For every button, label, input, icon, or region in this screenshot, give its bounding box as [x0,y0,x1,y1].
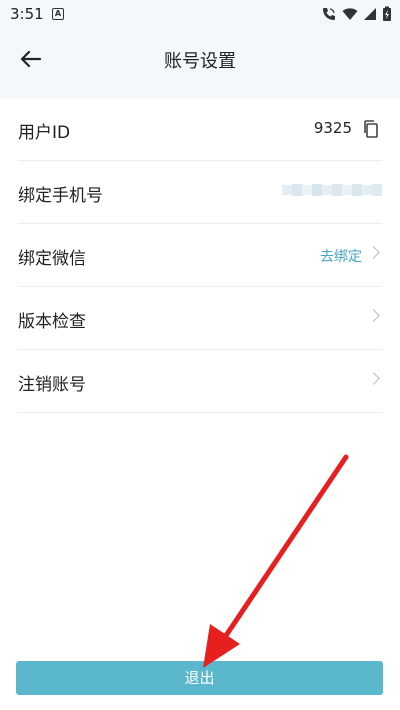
user-id-value: 9325 [313,119,352,137]
status-bar: 3:51 A [0,0,400,28]
row-label-bind-wechat: 绑定微信 [18,249,86,269]
phone-wifi-icon [323,8,335,20]
row-version-check[interactable]: 版本检查 [18,287,382,350]
chevron-right-icon [367,246,380,259]
settings-list: 用户ID 9325 绑定手机号 绑定微信 去绑定 版本检查 注销账号 [0,98,400,413]
copy-icon[interactable] [362,119,380,139]
app-header: 账号设置 [0,28,400,90]
battery-icon [383,6,391,21]
status-time: 3:51 [10,5,44,23]
row-bind-phone[interactable]: 绑定手机号 [18,161,382,224]
status-icons [321,6,392,22]
row-bind-wechat[interactable]: 绑定微信 去绑定 [18,224,382,287]
phone-number-redacted [282,184,382,196]
row-label-user-id: 用户ID [18,123,71,143]
row-label-bind-phone: 绑定手机号 [18,186,103,206]
unbind-wechat-link[interactable]: 去绑定 [320,246,362,266]
chevron-right-icon [367,309,380,322]
row-user-id: 用户ID 9325 [18,98,382,161]
row-delete-account[interactable]: 注销账号 [18,350,382,413]
page-title: 账号设置 [164,51,236,72]
chevron-right-icon [367,372,380,385]
row-label-version-check: 版本检查 [18,312,86,332]
wifi-icon [342,8,358,20]
row-label-delete-account: 注销账号 [18,375,86,395]
header-divider [0,90,400,98]
logout-button[interactable]: 退出 [16,661,383,695]
signal-icon [364,8,376,20]
notification-badge-icon: A [52,8,64,20]
